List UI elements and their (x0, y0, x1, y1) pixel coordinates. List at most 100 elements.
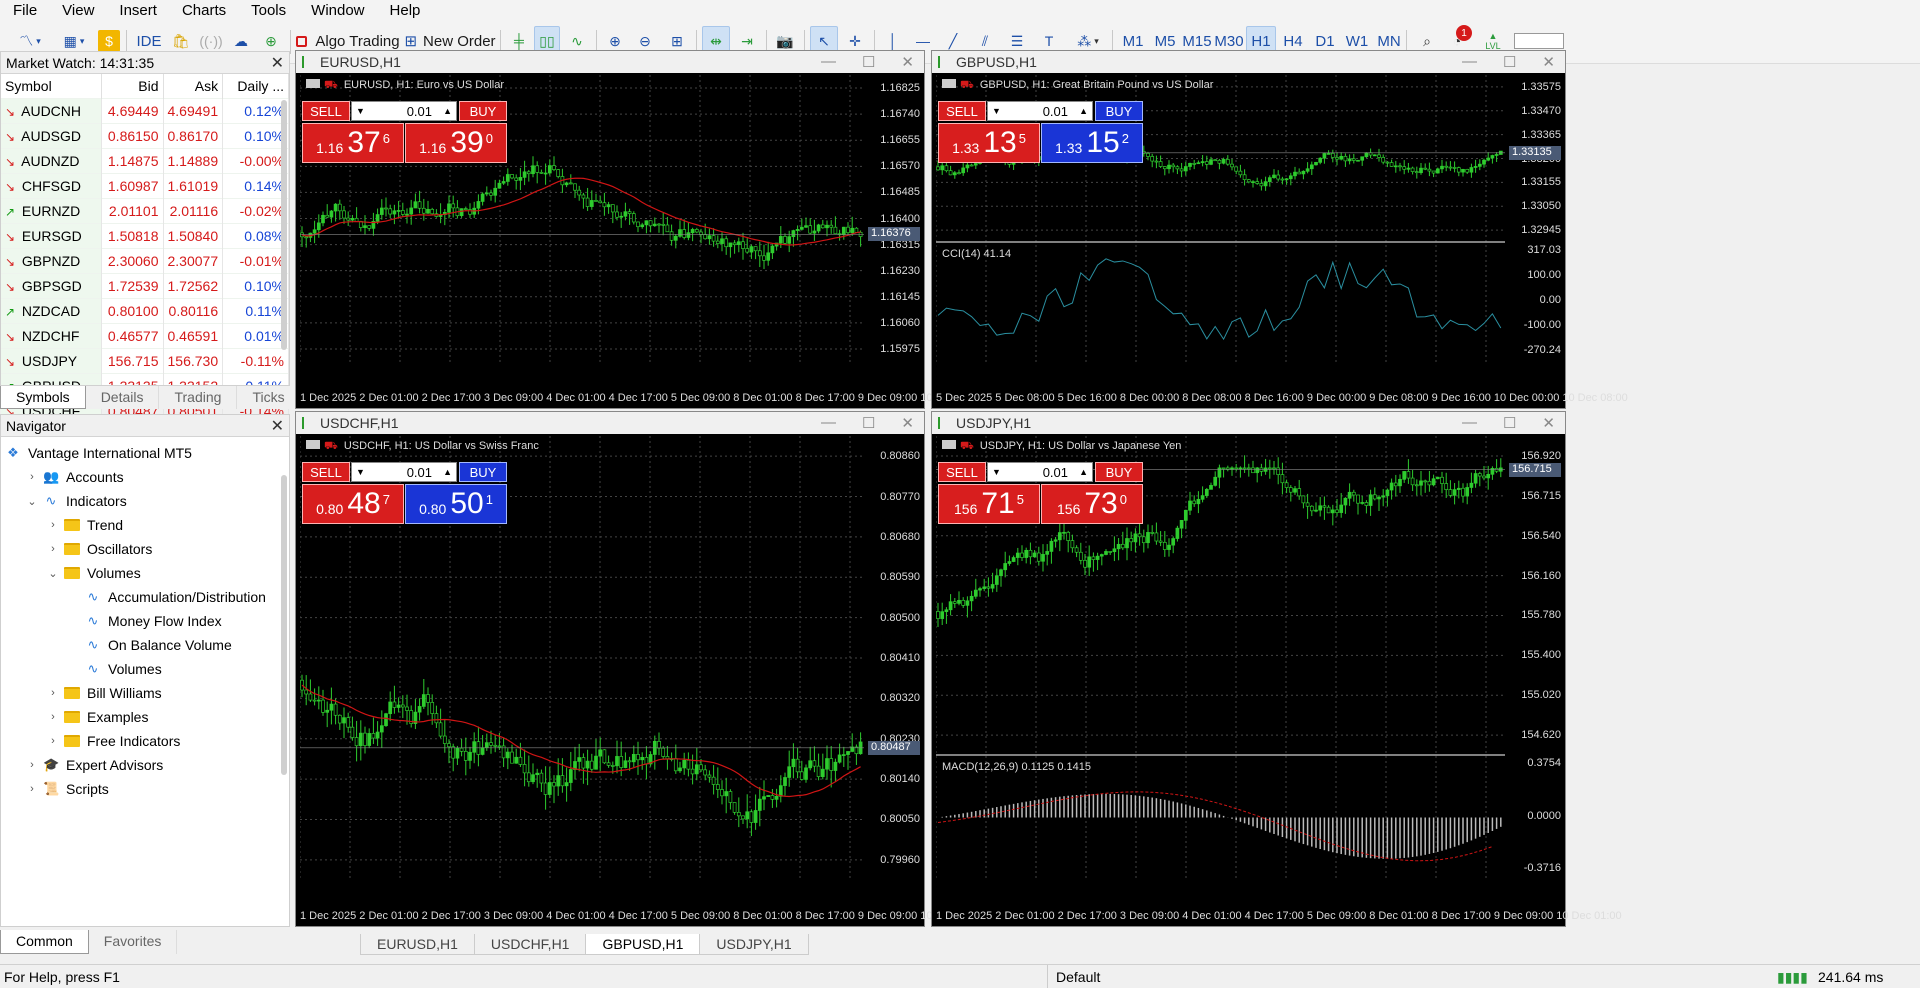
buy-button[interactable]: BUY (459, 101, 507, 121)
chart-window-usdchf[interactable]: USDCHF,H1— ☐ ✕ ⛟ USDCHF, H1: US Dollar vs Sw… (295, 411, 986, 927)
chart-window-titlebar[interactable]: USDCHF,H1— ☐ ✕ (296, 412, 924, 434)
navigator-item[interactable]: ❖ Vantage International MT5 (1, 441, 289, 465)
maximize-icon[interactable]: ☐ (862, 53, 875, 71)
menu-view[interactable]: View (49, 2, 106, 19)
chart-window-eurusd[interactable]: EURUSD,H1— ☐ ✕ ⛟ EURUSD, H1: Euro vs US Doll… (295, 50, 986, 409)
table-row[interactable]: ↘ GBPSGD 1.72539 1.72562 0.10% (1, 272, 289, 298)
table-row[interactable]: ↗ EURNZD 2.01101 2.01116 -0.02% (1, 197, 289, 223)
maximize-icon[interactable]: ☐ (1503, 414, 1516, 432)
menu-charts[interactable]: Charts (169, 2, 238, 19)
table-row[interactable]: ↘ GBPNZD 2.30060 2.30077 -0.01% (1, 247, 289, 273)
lot-decrease-icon[interactable]: ▼ (992, 467, 1001, 477)
col-daily[interactable]: Daily ... (222, 74, 289, 98)
bid-price-box[interactable]: 156 71 5 (938, 484, 1040, 524)
chart-window-titlebar[interactable]: USDJPY,H1— ☐ ✕ (932, 412, 1565, 434)
close-icon[interactable]: ✕ (901, 53, 914, 71)
tab-common[interactable]: Common (0, 930, 89, 954)
time-axis[interactable]: 1 Dec 2025 2 Dec 01:00 2 Dec 17:00 3 Dec 09… (936, 906, 1622, 926)
price-axis[interactable]: 0.80860 0.80770 0.80680 0.80590 0.80500 0.804… (864, 436, 924, 880)
ask-price-box[interactable]: 1.16 39 0 (405, 123, 507, 163)
price-axis[interactable]: 156.920 156.715 156.540 156.160 155.780 155.4… (1505, 436, 1565, 880)
close-icon[interactable]: ✕ (1542, 53, 1555, 71)
sell-button[interactable]: SELL (938, 101, 986, 121)
chevron-right-icon[interactable]: › (26, 759, 38, 771)
menu-tools[interactable]: Tools (238, 2, 298, 19)
ask-price-box[interactable]: 156 73 0 (1041, 484, 1143, 524)
table-row[interactable]: ↘ USDJPY 156.715 156.730 -0.11% (1, 347, 289, 373)
lot-increase-icon[interactable]: ▲ (1079, 106, 1088, 116)
tab-favorites[interactable]: Favorites (89, 930, 178, 954)
navigator-item[interactable]: › 📜 Scripts (1, 777, 289, 797)
col-ask[interactable]: Ask (163, 74, 224, 98)
chart-tab[interactable]: EURUSD,H1 (360, 934, 475, 955)
close-icon[interactable]: ✕ (1542, 414, 1555, 432)
time-axis[interactable]: 5 Dec 2025 5 Dec 08:00 5 Dec 16:00 8 Dec 00… (936, 388, 1628, 408)
close-icon[interactable]: ✕ (271, 53, 284, 73)
lot-increase-icon[interactable]: ▲ (443, 467, 452, 477)
navigator-item[interactable]: ∿ Money Flow Index (1, 609, 289, 633)
price-axis[interactable]: 1.335751.334701.333651.332601.331551.330… (1505, 75, 1565, 362)
chart-window-titlebar[interactable]: GBPUSD,H1— ☐ ✕ (932, 51, 1565, 73)
chevron-right-icon[interactable]: › (47, 711, 59, 723)
chart-tab[interactable]: GBPUSD,H1 (585, 934, 701, 955)
navigator-item[interactable]: ∿ Volumes (1, 657, 289, 681)
buy-button[interactable]: BUY (459, 462, 507, 482)
navigator-item[interactable]: › Bill Williams (1, 681, 289, 705)
navigator-item[interactable]: › 👥 Accounts (1, 465, 289, 489)
menu-file[interactable]: File (0, 2, 49, 19)
chevron-down-icon[interactable]: ⌄ (47, 567, 59, 580)
table-row[interactable]: ↘ EURSGD 1.50818 1.50840 0.08% (1, 222, 289, 248)
menu-insert[interactable]: Insert (106, 2, 169, 19)
chart-tab[interactable]: USDCHF,H1 (473, 934, 587, 955)
table-row[interactable]: ↘ AUDCNH 4.69449 4.69491 0.12% (1, 97, 289, 123)
tab-symbols[interactable]: Symbols (0, 386, 86, 409)
chevron-right-icon[interactable]: › (26, 471, 38, 483)
chevron-right-icon[interactable]: › (26, 783, 38, 795)
bid-price-box[interactable]: 1.16 37 6 (302, 123, 404, 163)
chevron-right-icon[interactable]: › (47, 543, 59, 555)
chevron-right-icon[interactable]: › (47, 735, 59, 747)
sell-button[interactable]: SELL (938, 462, 986, 482)
navigator-item[interactable]: › 🎓 Expert Advisors (1, 753, 289, 777)
minimize-icon[interactable]: — (821, 414, 836, 432)
chart-window-usdjpy[interactable]: USDJPY,H1— ☐ ✕ ⛟ USDJPY, H1: US Dollar vs Ja… (931, 411, 1622, 927)
chevron-right-icon[interactable]: › (47, 519, 59, 531)
dollar-icon[interactable]: $ (98, 30, 120, 52)
lot-size-input[interactable]: ▼ 0.01 ▲ (987, 462, 1093, 482)
col-symbol[interactable]: Symbol (1, 74, 102, 98)
navigator-item[interactable]: ⌄ Volumes (1, 561, 289, 585)
menu-help[interactable]: Help (377, 2, 433, 19)
time-axis[interactable]: 1 Dec 2025 2 Dec 01:00 2 Dec 17:00 3 Dec 09… (300, 388, 986, 408)
chevron-down-icon[interactable]: ⌄ (26, 495, 38, 508)
buy-button[interactable]: BUY (1095, 101, 1143, 121)
maximize-icon[interactable]: ☐ (862, 414, 875, 432)
sell-button[interactable]: SELL (302, 101, 350, 121)
maximize-icon[interactable]: ☐ (1503, 53, 1516, 71)
chart-window-titlebar[interactable]: EURUSD,H1— ☐ ✕ (296, 51, 924, 73)
navigator-item[interactable]: › Trend (1, 513, 289, 537)
menu-window[interactable]: Window (298, 2, 376, 19)
chart-window-gbpusd[interactable]: GBPUSD,H1— ☐ ✕ ⛟ GBPUSD, H1: Great Britain P… (931, 50, 1628, 409)
table-row[interactable]: ↘ AUDNZD 1.14875 1.14889 -0.00% (1, 147, 289, 173)
ask-price-box[interactable]: 1.33 15 2 (1041, 123, 1143, 163)
close-icon[interactable]: ✕ (271, 416, 284, 436)
scrollbar[interactable] (281, 475, 287, 775)
chart-tab[interactable]: USDJPY,H1 (699, 934, 809, 955)
lot-size-input[interactable]: ▼ 0.01 ▲ (987, 101, 1093, 121)
sell-button[interactable]: SELL (302, 462, 350, 482)
time-axis[interactable]: 1 Dec 2025 2 Dec 01:00 2 Dec 17:00 3 Dec 09… (300, 906, 986, 926)
bid-price-box[interactable]: 0.80 48 7 (302, 484, 404, 524)
tab-details[interactable]: Details (86, 386, 160, 409)
navigator-item[interactable]: ∿ On Balance Volume (1, 633, 289, 657)
tab-trading[interactable]: Trading (159, 386, 238, 409)
navigator-item[interactable]: ⌄ ∿ Indicators (1, 489, 289, 513)
col-bid[interactable]: Bid (101, 74, 164, 98)
lot-decrease-icon[interactable]: ▼ (356, 467, 365, 477)
lot-decrease-icon[interactable]: ▼ (356, 106, 365, 116)
lot-decrease-icon[interactable]: ▼ (992, 106, 1001, 116)
navigator-item[interactable]: › Oscillators (1, 537, 289, 561)
table-row[interactable]: ↗ NZDCAD 0.80100 0.80116 0.11% (1, 297, 289, 323)
table-row[interactable]: ↘ CHFSGD 1.60987 1.61019 0.14% (1, 172, 289, 198)
tab-ticks[interactable]: Ticks (237, 386, 301, 409)
table-row[interactable]: ↘ AUDSGD 0.86150 0.86170 0.10% (1, 122, 289, 148)
